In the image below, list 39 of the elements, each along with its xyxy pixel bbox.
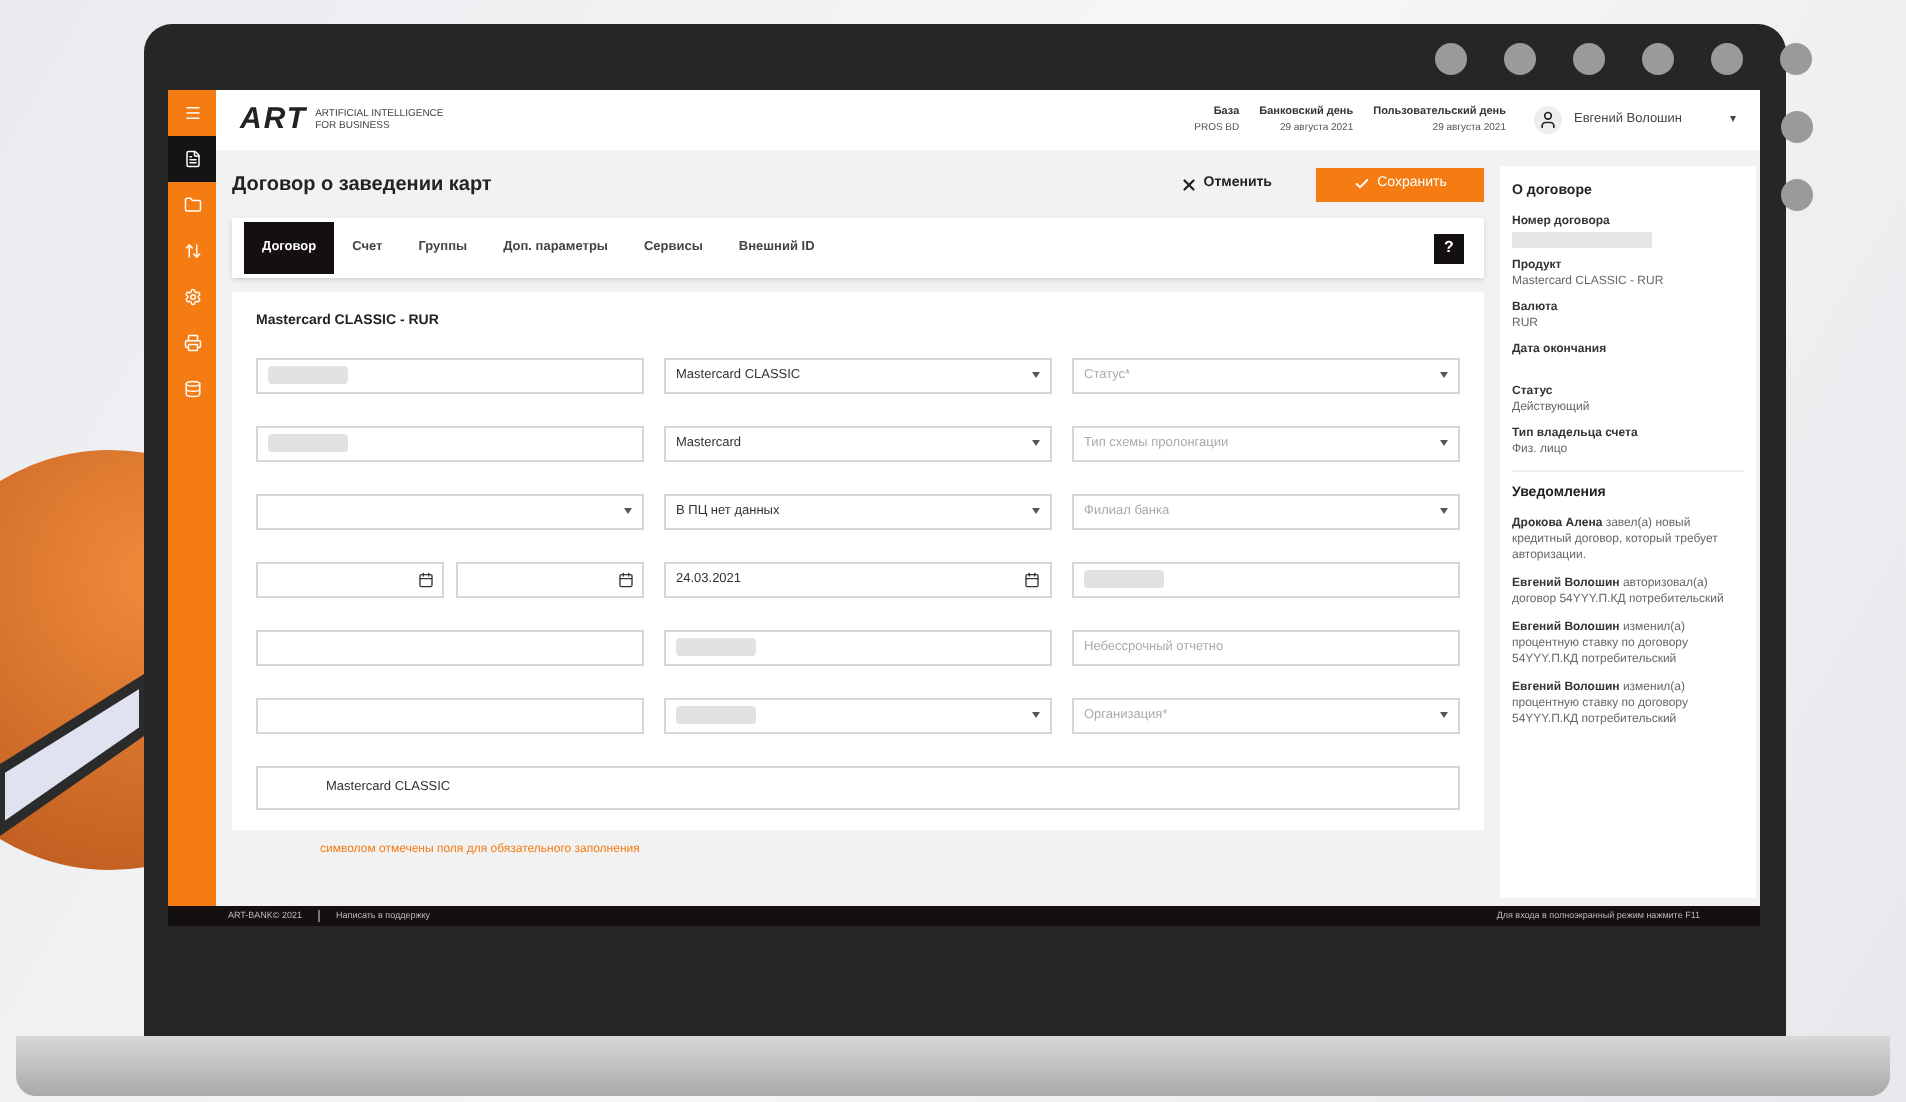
date-field[interactable]	[256, 561, 444, 597]
select-field[interactable]	[256, 493, 644, 529]
close-icon	[1179, 175, 1198, 193]
input-field[interactable]	[664, 629, 1052, 665]
caret-icon	[1032, 712, 1040, 718]
input-field[interactable]	[1072, 561, 1460, 597]
caret-icon	[1440, 712, 1448, 718]
caret-icon	[1032, 440, 1040, 446]
caret-icon	[1440, 440, 1448, 446]
page-title: Договор о заведении карт	[232, 171, 492, 199]
calendar-icon	[618, 571, 634, 587]
help-button[interactable]: ?	[1434, 233, 1464, 263]
menu-icon	[183, 104, 201, 122]
input-field[interactable]	[256, 629, 644, 665]
caret-icon	[1032, 372, 1040, 378]
input-field[interactable]	[256, 425, 644, 461]
printer-icon	[183, 334, 201, 352]
folder-icon	[183, 196, 201, 214]
database-icon	[183, 380, 201, 398]
dot-drawing	[1780, 178, 1814, 212]
select-field[interactable]	[664, 697, 1052, 733]
caret-icon	[1440, 508, 1448, 514]
avatar[interactable]	[1533, 106, 1562, 134]
arrows-icon	[183, 242, 201, 260]
caret-icon	[1032, 508, 1040, 514]
sidebar-item[interactable]	[168, 136, 216, 182]
caret-icon	[624, 508, 632, 514]
input-field[interactable]	[256, 357, 644, 393]
settings-icon	[183, 288, 201, 306]
user-icon	[1537, 110, 1558, 130]
input-field[interactable]	[256, 697, 644, 733]
calendar-icon	[1024, 571, 1040, 587]
dot-drawing	[1780, 110, 1814, 144]
calendar-icon	[418, 571, 434, 587]
caret-icon	[1440, 372, 1448, 378]
document-icon	[183, 150, 201, 168]
logo: ART	[240, 99, 308, 140]
date-field[interactable]	[456, 561, 644, 597]
check-icon	[1353, 176, 1370, 192]
